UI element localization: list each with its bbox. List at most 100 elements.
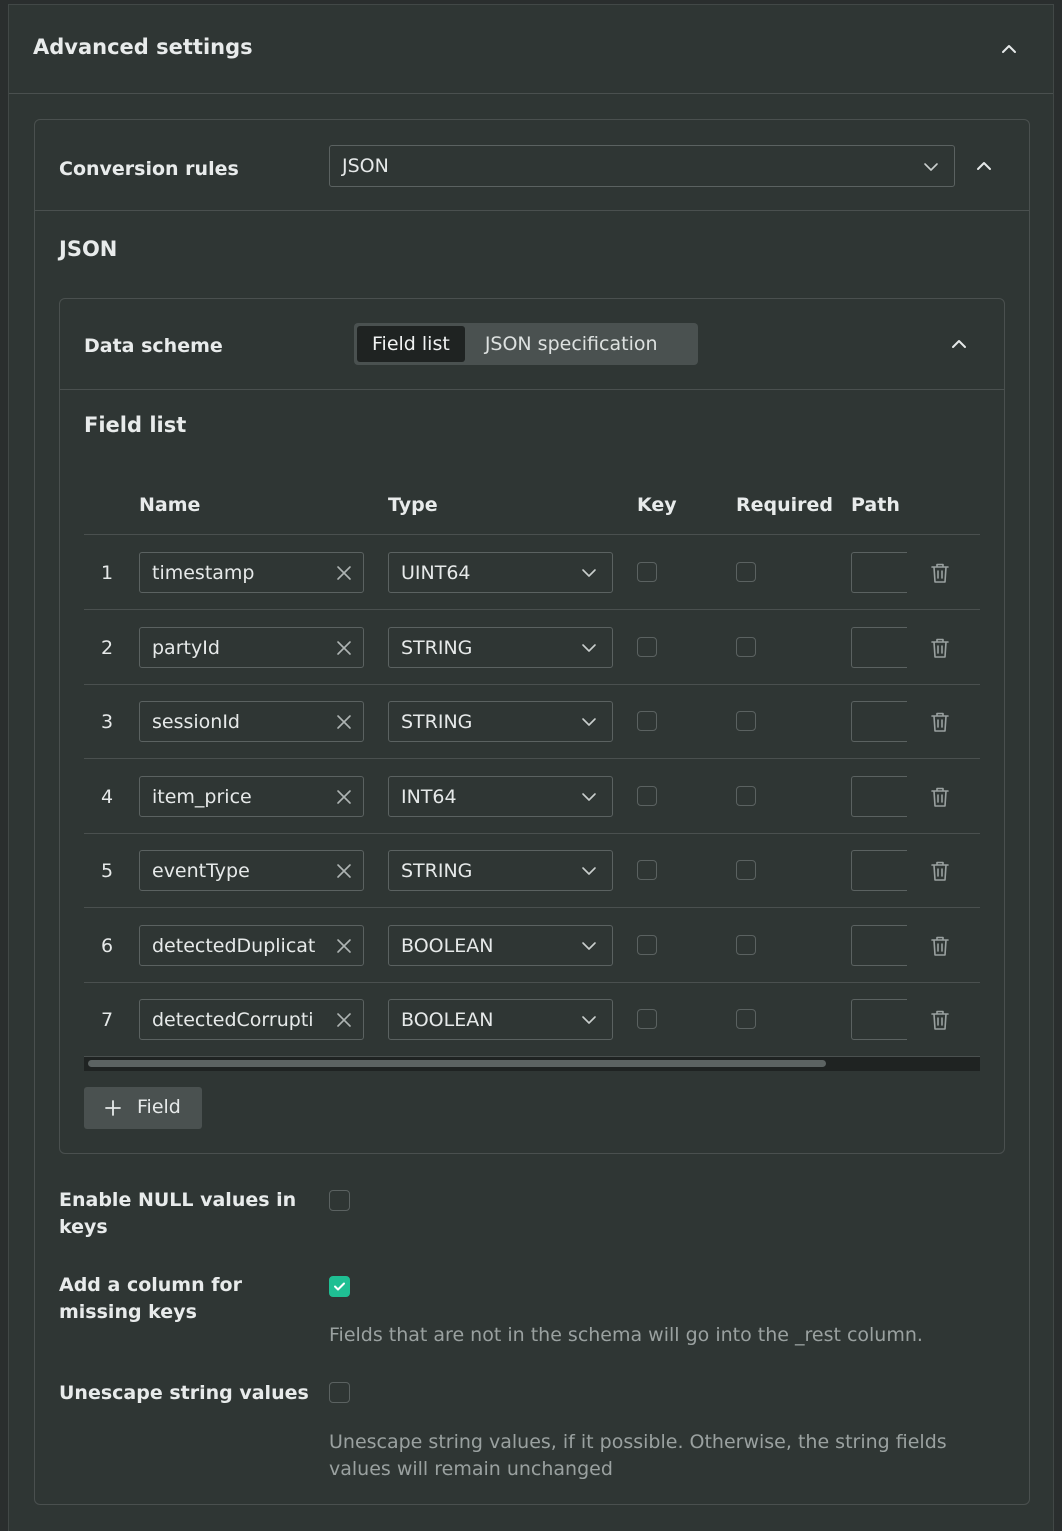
field-type-value: BOOLEAN (401, 1009, 494, 1031)
path-input[interactable] (851, 552, 907, 593)
table-row: 7 detectedCorrupti BOOLEAN (84, 982, 980, 1057)
close-icon[interactable] (335, 937, 353, 955)
key-checkbox[interactable] (637, 562, 657, 582)
close-icon[interactable] (335, 713, 353, 731)
column-header-required: Required (736, 494, 834, 516)
row-number: 5 (101, 860, 114, 882)
close-icon[interactable] (335, 564, 353, 582)
null-keys-label: Enable NULL values in keys (59, 1189, 297, 1238)
field-name-input[interactable]: eventType (139, 850, 364, 891)
data-scheme-header: Data scheme Field list JSON specificatio… (60, 299, 1004, 390)
column-header-path: Path (851, 494, 900, 516)
field-type-select[interactable]: BOOLEAN (388, 999, 613, 1040)
close-icon[interactable] (335, 639, 353, 657)
required-checkbox[interactable] (736, 1009, 756, 1029)
path-input[interactable] (851, 701, 907, 742)
data-scheme-section: Data scheme Field list JSON specificatio… (59, 298, 1005, 1154)
conversion-rules-select[interactable]: JSON (329, 145, 955, 187)
table-horizontal-scrollbar[interactable] (84, 1057, 980, 1071)
add-field-label: Field (137, 1096, 181, 1118)
tab-field-list[interactable]: Field list (357, 326, 465, 362)
key-checkbox[interactable] (637, 711, 657, 731)
trash-icon[interactable] (930, 1009, 950, 1031)
collapse-scheme-button[interactable] (947, 332, 971, 356)
advanced-settings-header[interactable]: Advanced settings (9, 5, 1053, 94)
data-scheme-label: Data scheme (84, 335, 223, 357)
field-name-input[interactable]: detectedCorrupti (139, 999, 364, 1040)
unescape-checkbox[interactable] (329, 1382, 350, 1403)
close-icon[interactable] (335, 788, 353, 806)
conversion-rules-section: Conversion rules JSON JSON Data scheme F… (34, 119, 1030, 1505)
chevron-up-icon (977, 162, 991, 170)
field-type-value: UINT64 (401, 562, 471, 584)
json-section-title: JSON (59, 237, 118, 261)
path-input[interactable] (851, 850, 907, 891)
collapse-advanced-button[interactable] (997, 37, 1021, 61)
trash-icon[interactable] (930, 637, 950, 659)
field-name-value: detectedCorrupti (152, 1009, 314, 1031)
path-input[interactable] (851, 924, 907, 966)
conversion-rules-header: Conversion rules JSON (35, 120, 1029, 211)
row-number: 4 (101, 785, 114, 808)
field-type-value: BOOLEAN (401, 934, 494, 957)
key-checkbox[interactable] (637, 785, 657, 806)
path-input[interactable] (851, 999, 907, 1040)
trash-icon[interactable] (930, 562, 950, 584)
add-field-button[interactable]: Field (84, 1087, 202, 1129)
field-name-value: partyId (152, 636, 220, 659)
advanced-settings-panel: Advanced settings Conversion rules JSON … (8, 4, 1054, 1531)
field-name-input[interactable]: partyId (139, 626, 364, 668)
field-name-input[interactable]: sessionId (139, 701, 364, 742)
column-header-name: Name (139, 494, 201, 516)
table-row: 3 sessionId STRING (84, 684, 980, 759)
required-checkbox[interactable] (736, 785, 756, 806)
check-icon (334, 1282, 345, 1291)
field-type-value: INT64 (401, 785, 457, 808)
trash-icon[interactable] (930, 935, 950, 957)
required-checkbox[interactable] (736, 860, 756, 880)
scrollbar-thumb[interactable] (88, 1060, 826, 1067)
chevron-up-icon (952, 340, 966, 348)
null-keys-checkbox[interactable] (329, 1190, 350, 1211)
path-input[interactable] (851, 775, 907, 817)
field-type-select[interactable]: STRING (388, 850, 613, 891)
key-checkbox[interactable] (637, 934, 657, 955)
table-row: 5 eventType STRING (84, 833, 980, 908)
path-input[interactable] (851, 626, 907, 668)
table-header: Name Type Key Required Path (84, 469, 980, 535)
chevron-down-icon (582, 792, 596, 801)
required-checkbox[interactable] (736, 711, 756, 731)
required-checkbox[interactable] (736, 934, 756, 955)
field-type-select[interactable]: INT64 (388, 775, 613, 817)
required-checkbox[interactable] (736, 636, 756, 657)
missing-keys-checkbox[interactable] (329, 1276, 350, 1297)
field-type-select[interactable]: STRING (388, 626, 613, 668)
key-checkbox[interactable] (637, 860, 657, 880)
field-type-select[interactable]: STRING (388, 701, 613, 742)
collapse-conversion-button[interactable] (972, 154, 996, 178)
field-type-select[interactable]: BOOLEAN (388, 924, 613, 966)
key-checkbox[interactable] (637, 636, 657, 657)
table-row: 1 timestamp UINT64 (84, 535, 980, 610)
field-name-input[interactable]: item_price (139, 775, 364, 817)
unescape-hint: Unescape string values, if it possible. … (329, 1431, 947, 1480)
row-number: 6 (101, 934, 114, 957)
trash-icon[interactable] (930, 786, 950, 808)
field-name-input[interactable]: detectedDuplicat (139, 924, 364, 966)
field-list-title: Field list (84, 413, 187, 437)
table-row: 2 partyId STRING (84, 610, 980, 685)
chevron-down-icon (924, 163, 938, 171)
trash-icon[interactable] (930, 711, 950, 733)
trash-icon[interactable] (930, 860, 950, 882)
field-type-value: STRING (401, 711, 473, 733)
tab-json-specification[interactable]: JSON specification (465, 326, 678, 362)
close-icon[interactable] (335, 1011, 353, 1029)
required-checkbox[interactable] (736, 562, 756, 582)
field-type-select[interactable]: UINT64 (388, 552, 613, 593)
chevron-down-icon (582, 569, 596, 577)
key-checkbox[interactable] (637, 1009, 657, 1029)
plus-icon (105, 1100, 121, 1116)
field-name-input[interactable]: timestamp (139, 552, 364, 593)
conversion-rules-label: Conversion rules (59, 158, 239, 180)
close-icon[interactable] (335, 862, 353, 880)
